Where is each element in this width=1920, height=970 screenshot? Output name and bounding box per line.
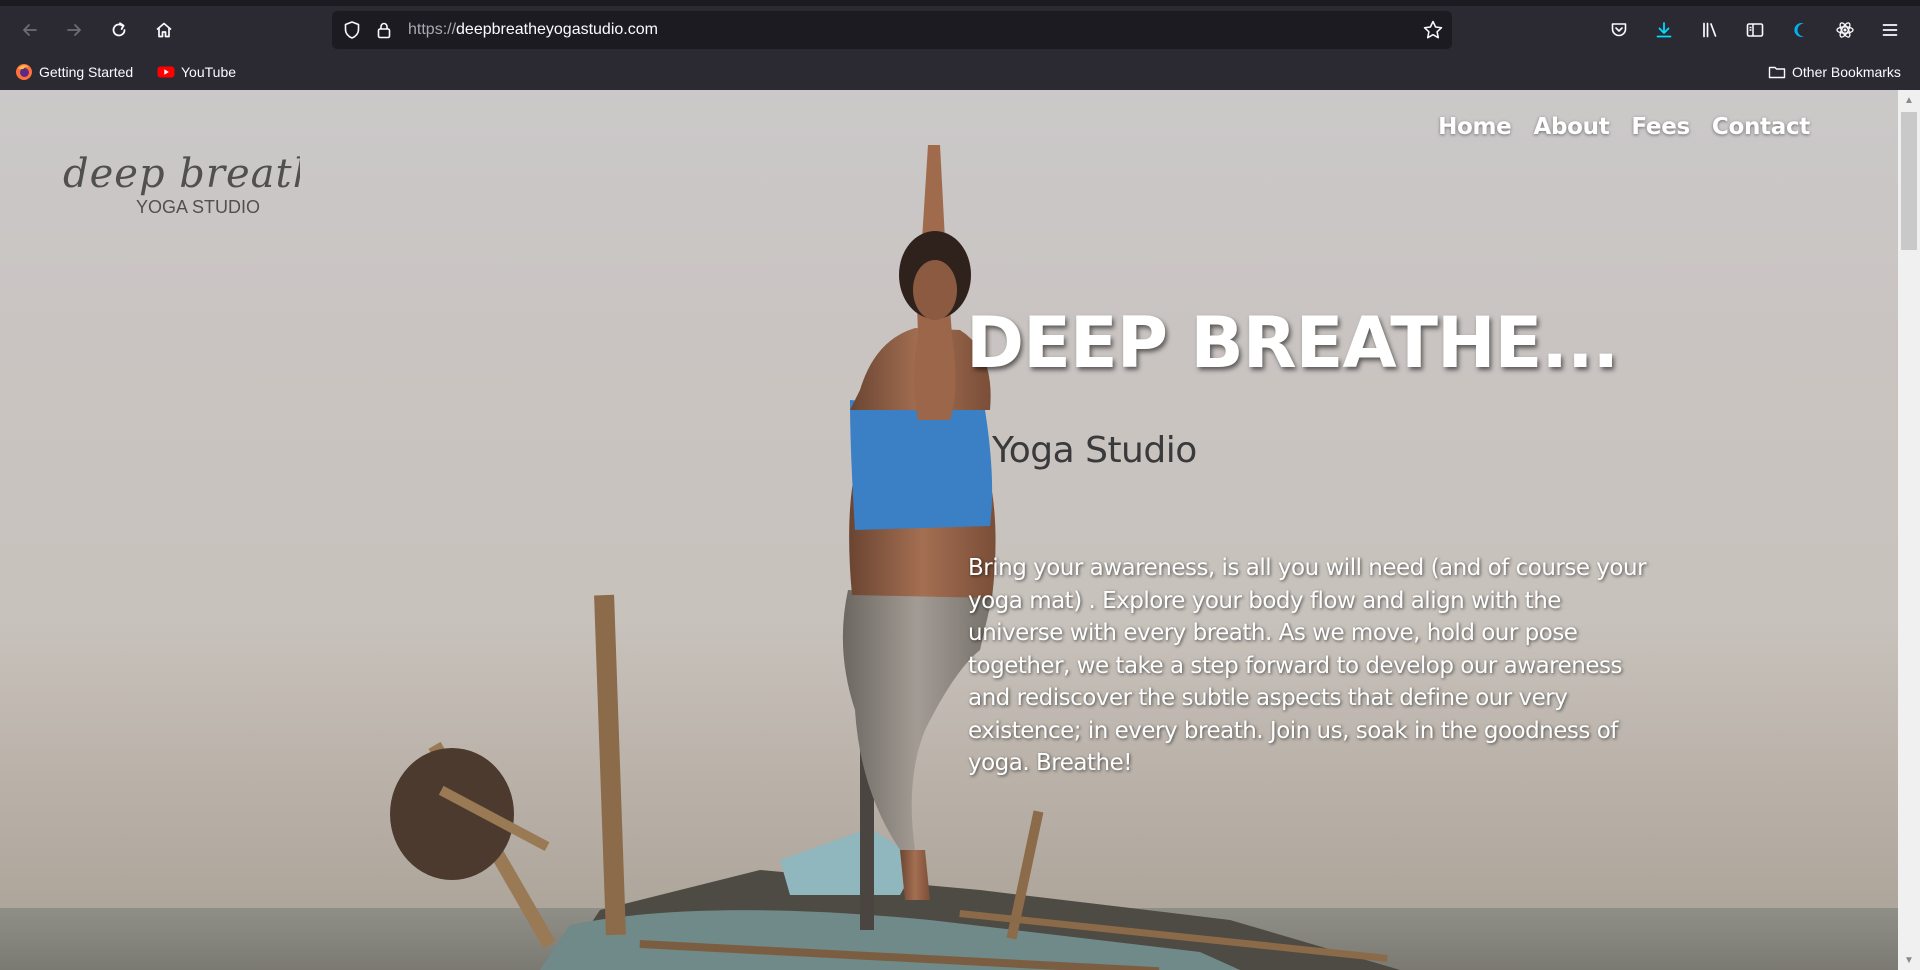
pocket-button[interactable] (1604, 15, 1634, 45)
reload-icon (112, 22, 126, 37)
firefox-icon (16, 64, 32, 80)
tracking-protection-shield-icon[interactable] (342, 20, 362, 40)
hamburger-menu-icon (1882, 24, 1898, 36)
menu-button[interactable] (1875, 15, 1905, 45)
library-icon (1703, 22, 1717, 38)
hero-description: Bring your awareness, is all you will ne… (968, 555, 1647, 776)
nav-home-link[interactable]: Home (1438, 114, 1512, 140)
reload-button[interactable] (101, 12, 137, 48)
hero-subtitle: Yoga Studio (992, 430, 1197, 471)
bookmarks-toolbar: Getting Started YouTube Other Bookmarks (0, 56, 1920, 88)
atom-icon (1836, 22, 1854, 38)
hero-title: DEEP BREATHE... (966, 302, 1619, 384)
back-button[interactable] (12, 12, 48, 48)
bookmark-label: Getting Started (39, 64, 134, 80)
logo-script-text: deep breathe (63, 151, 300, 197)
vertical-scrollbar[interactable]: ▲ ▼ (1898, 90, 1920, 970)
other-bookmarks-folder[interactable]: Other Bookmarks (1768, 60, 1901, 84)
download-icon (1656, 22, 1672, 38)
logo-subtitle-text: YOGA STUDIO (136, 197, 260, 217)
hero-section: deep breathe YOGA STUDIO Home About Fees… (0, 90, 1898, 970)
library-button[interactable] (1695, 15, 1725, 45)
react-devtools-button[interactable] (1830, 15, 1860, 45)
hero-background-image (0, 145, 1898, 970)
nav-about-link[interactable]: About (1533, 114, 1609, 140)
bookmark-getting-started[interactable]: Getting Started (15, 60, 133, 84)
home-button[interactable] (146, 12, 182, 48)
scroll-up-arrow-icon[interactable]: ▲ (1898, 90, 1920, 110)
crescent-extension-icon (1794, 23, 1804, 37)
page-viewport: deep breathe YOGA STUDIO Home About Fees… (0, 90, 1920, 970)
downloads-button[interactable] (1649, 15, 1679, 45)
back-arrow-icon (23, 24, 37, 36)
scrollbar-thumb[interactable] (1901, 112, 1917, 250)
pocket-icon (1611, 23, 1627, 37)
sidebar-icon (1746, 23, 1764, 37)
nav-contact-link[interactable]: Contact (1712, 114, 1810, 140)
bookmark-star-icon[interactable] (1422, 19, 1444, 41)
youtube-icon (157, 66, 175, 78)
site-navigation: Home About Fees Contact (1438, 114, 1810, 140)
navigation-toolbar: https://deepbreatheyogastudio.com (0, 6, 1920, 54)
sidebar-button[interactable] (1740, 15, 1770, 45)
forward-arrow-icon (67, 24, 81, 36)
browser-chrome: https://deepbreatheyogastudio.com Gettin… (0, 0, 1920, 90)
folder-icon (1768, 66, 1786, 79)
address-bar[interactable]: https://deepbreatheyogastudio.com (332, 11, 1452, 49)
nav-fees-link[interactable]: Fees (1631, 114, 1690, 140)
forward-button[interactable] (56, 12, 92, 48)
bookmark-youtube[interactable]: YouTube (157, 60, 236, 84)
scroll-down-arrow-icon[interactable]: ▼ (1898, 950, 1920, 970)
home-icon (156, 22, 172, 38)
url-host: deepbreatheyogastudio.com (456, 21, 658, 38)
extension-crescent-button[interactable] (1785, 15, 1815, 45)
bookmark-label: YouTube (181, 64, 237, 80)
lock-icon[interactable] (374, 20, 394, 40)
url-scheme: https:// (408, 21, 457, 38)
url-text[interactable]: https://deepbreatheyogastudio.com (408, 11, 658, 49)
other-bookmarks-label: Other Bookmarks (1792, 64, 1901, 80)
studio-logo[interactable]: deep breathe YOGA STUDIO (60, 132, 300, 222)
